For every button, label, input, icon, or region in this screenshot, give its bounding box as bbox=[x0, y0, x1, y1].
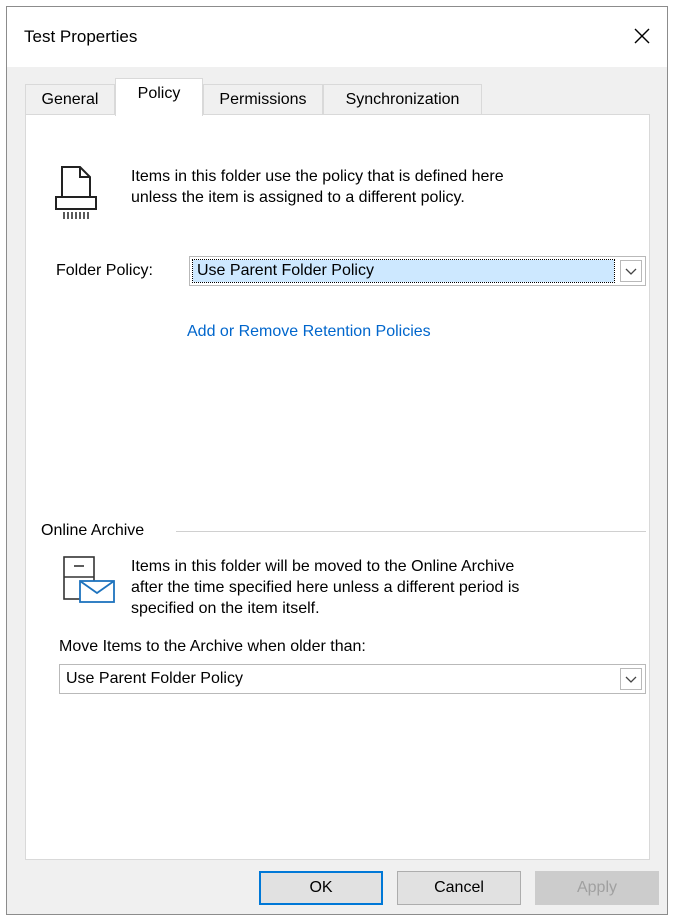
chevron-down-icon bbox=[625, 676, 637, 683]
cancel-button[interactable]: Cancel bbox=[397, 871, 521, 905]
close-button[interactable] bbox=[627, 21, 657, 51]
policy-info-line-2: unless the item is assigned to a differe… bbox=[131, 189, 465, 206]
folder-policy-value: Use Parent Folder Policy bbox=[197, 262, 374, 279]
title-bar: Test Properties bbox=[7, 7, 667, 67]
window-title: Test Properties bbox=[24, 27, 138, 46]
tab-general-label: General bbox=[41, 91, 99, 108]
archive-age-select[interactable]: Use Parent Folder Policy bbox=[59, 664, 646, 694]
archive-info-line-3: specified on the item itself. bbox=[131, 600, 320, 617]
folder-policy-label: Folder Policy: bbox=[56, 262, 153, 279]
archive-info-line-1: Items in this folder will be moved to th… bbox=[131, 558, 515, 575]
archive-info-line-2: after the time specified here unless a d… bbox=[131, 579, 520, 596]
policy-tab-panel: Items in this folder use the policy that… bbox=[25, 114, 650, 860]
shredder-policy-icon bbox=[55, 166, 97, 219]
tab-policy[interactable]: Policy bbox=[115, 78, 203, 116]
tab-permissions-label: Permissions bbox=[219, 91, 307, 108]
folder-policy-select[interactable]: Use Parent Folder Policy bbox=[189, 256, 646, 286]
close-icon bbox=[634, 28, 650, 44]
apply-button[interactable]: Apply bbox=[535, 871, 659, 905]
properties-dialog: Test Properties General Policy Permissio… bbox=[6, 6, 668, 915]
tab-synchronization-label: Synchronization bbox=[345, 91, 460, 108]
move-items-label: Move Items to the Archive when older tha… bbox=[59, 638, 366, 655]
chevron-down-icon bbox=[625, 268, 637, 275]
archive-age-value: Use Parent Folder Policy bbox=[66, 670, 243, 687]
archive-age-dropdown-button[interactable] bbox=[620, 668, 642, 690]
group-divider bbox=[176, 531, 646, 532]
tab-general[interactable]: General bbox=[25, 84, 115, 114]
ok-button[interactable]: OK bbox=[259, 871, 383, 905]
archive-mail-icon bbox=[63, 556, 115, 603]
retention-policies-link[interactable]: Add or Remove Retention Policies bbox=[187, 323, 431, 341]
tab-strip: General Policy Permissions Synchronizati… bbox=[25, 78, 645, 116]
tab-permissions[interactable]: Permissions bbox=[203, 84, 323, 114]
online-archive-group-label: Online Archive bbox=[41, 522, 145, 539]
tab-synchronization[interactable]: Synchronization bbox=[323, 84, 482, 114]
folder-policy-dropdown-button[interactable] bbox=[620, 260, 642, 282]
policy-info-line-1: Items in this folder use the policy that… bbox=[131, 168, 504, 185]
tab-policy-label: Policy bbox=[137, 85, 181, 102]
